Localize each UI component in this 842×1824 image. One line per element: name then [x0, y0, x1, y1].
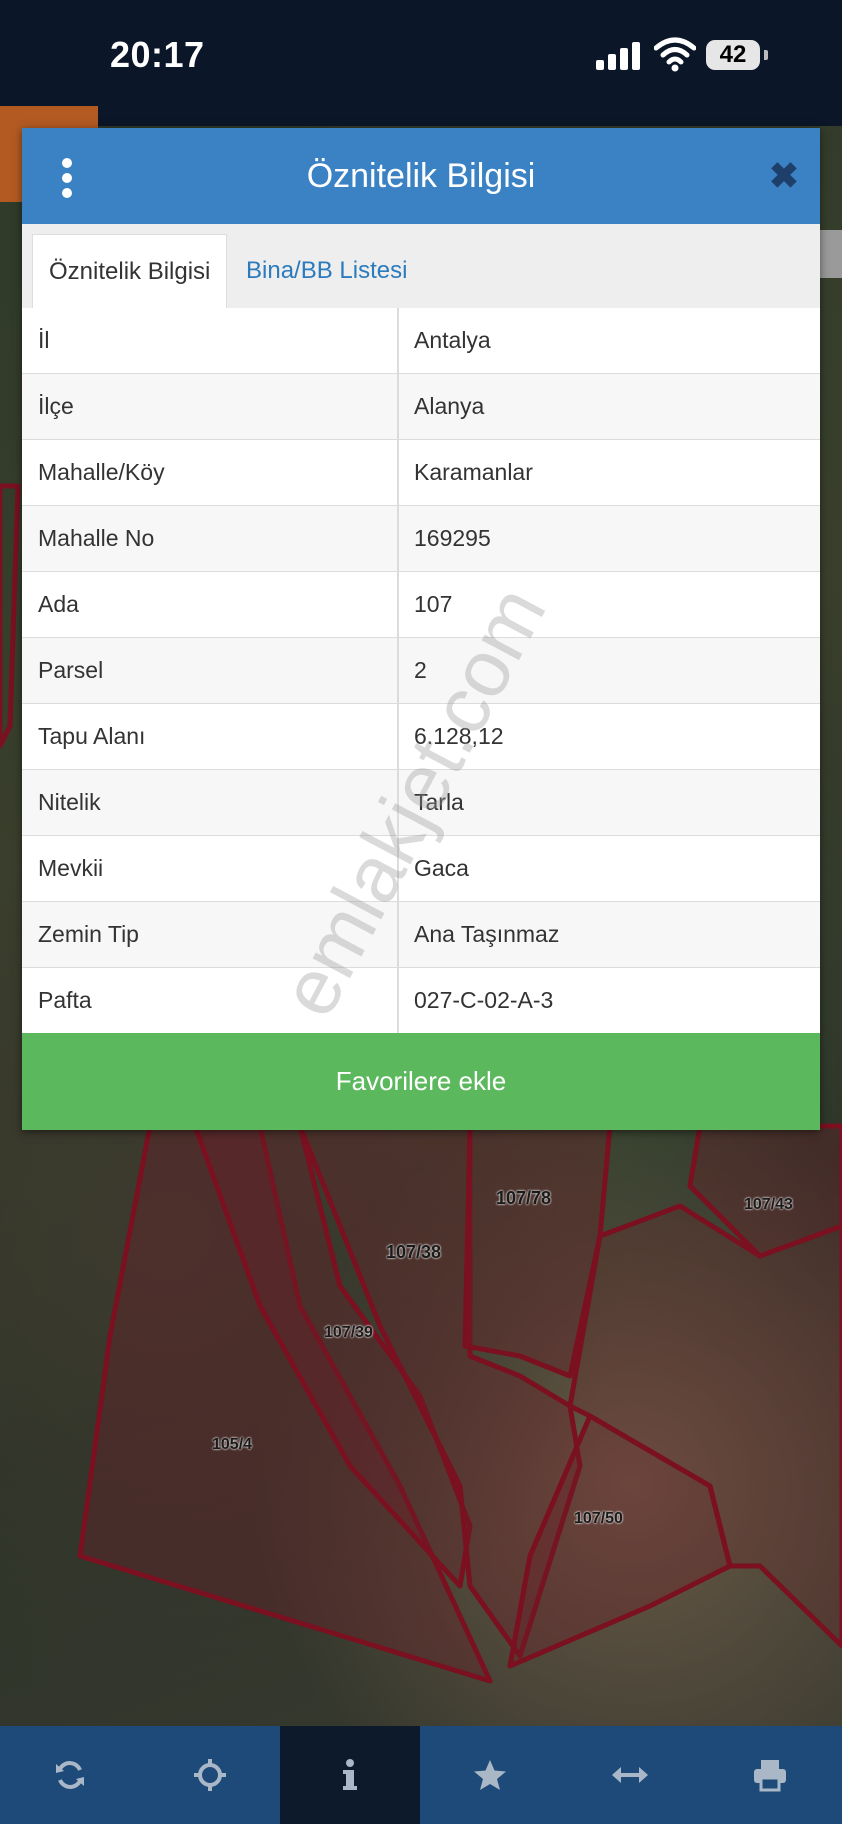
column-divider: [397, 968, 399, 1033]
close-icon[interactable]: ✖: [764, 156, 804, 196]
status-time: 20:17: [110, 34, 205, 75]
info-icon: [343, 1759, 357, 1790]
row-key: Parsel: [38, 657, 104, 683]
column-divider: [397, 704, 399, 769]
parcel-label: 105/4: [212, 1436, 253, 1453]
row-value: Ana Taşınmaz: [414, 921, 560, 947]
tab-attribute-info[interactable]: Öznitelik Bilgisi: [32, 234, 228, 309]
measure-icon: [612, 1767, 648, 1783]
row-value: Karamanlar: [414, 459, 533, 485]
row-key: Nitelik: [38, 789, 101, 815]
row-key: İlçe: [38, 393, 74, 419]
row-value: Antalya: [414, 327, 491, 353]
row-value: Tarla: [414, 789, 464, 815]
row-key: Zemin Tip: [38, 921, 139, 947]
bottom-toolbar: [0, 1726, 842, 1824]
parcel-label: 107/38: [386, 1242, 442, 1262]
table-row: İlçe Alanya: [22, 374, 820, 440]
refresh-icon: [56, 1761, 84, 1789]
wifi-icon: [654, 37, 696, 72]
row-key: Pafta: [38, 987, 92, 1013]
column-divider: [397, 902, 399, 967]
row-key: Mahalle/Köy: [38, 459, 165, 485]
info-button[interactable]: [280, 1726, 420, 1824]
parcel-label: 107/43: [744, 1196, 793, 1213]
column-divider: [397, 770, 399, 835]
row-value: 169295: [414, 525, 491, 551]
row-value: 027-C-02-A-3: [414, 987, 554, 1013]
more-menu-icon[interactable]: [60, 158, 74, 198]
locate-button[interactable]: [140, 1726, 280, 1824]
row-value: 2: [414, 657, 427, 683]
table-row: Mahalle/Köy Karamanlar: [22, 440, 820, 506]
table-row: İl Antalya: [22, 308, 820, 374]
table-row: Pafta 027-C-02-A-3: [22, 968, 820, 1034]
measure-button[interactable]: [560, 1726, 700, 1824]
column-divider: [397, 308, 399, 373]
row-key: Tapu Alanı: [38, 723, 146, 749]
status-bar: 20:17 42: [0, 0, 842, 106]
refresh-button[interactable]: [0, 1726, 140, 1824]
dialog-title: Öznitelik Bilgisi: [306, 157, 536, 195]
row-key: İl: [38, 327, 50, 353]
add-to-favorites-button[interactable]: Favorilere ekle: [22, 1033, 820, 1130]
battery-indicator: 42: [706, 40, 760, 70]
star-icon: [474, 1760, 506, 1790]
parcel-label: 107/39: [324, 1324, 373, 1341]
parcel-label: 107/78: [496, 1188, 552, 1208]
attribute-table: İl Antalya İlçe Alanya Mahalle/Köy Karam…: [22, 308, 820, 1034]
tab-bar: Öznitelik Bilgisi Bina/BB Listesi: [22, 224, 820, 309]
favorites-button[interactable]: [420, 1726, 560, 1824]
table-row: Tapu Alanı 6.128,12: [22, 704, 820, 770]
column-divider: [397, 506, 399, 571]
locate-icon: [194, 1759, 226, 1791]
column-divider: [397, 638, 399, 703]
row-value: 107: [414, 591, 453, 617]
row-key: Mevkii: [38, 855, 104, 881]
parcel-label: 107/50: [574, 1510, 623, 1527]
row-value: Alanya: [414, 393, 485, 419]
print-button[interactable]: [700, 1726, 840, 1824]
table-row: Parsel 2: [22, 638, 820, 704]
row-key: Mahalle No: [38, 525, 155, 551]
print-icon: [754, 1760, 786, 1792]
column-divider: [397, 440, 399, 505]
attribute-info-dialog: Öznitelik Bilgisi ✖ Öznitelik Bilgisi Bi…: [22, 128, 820, 1130]
table-row: Mahalle No 169295: [22, 506, 820, 572]
table-row: Nitelik Tarla: [22, 770, 820, 836]
table-row: Ada 107: [22, 572, 820, 638]
row-value: Gaca: [414, 855, 469, 881]
column-divider: [397, 836, 399, 901]
row-key: Ada: [38, 591, 79, 617]
dialog-header: Öznitelik Bilgisi ✖: [22, 128, 820, 224]
column-divider: [397, 572, 399, 637]
cellular-signal-icon: [596, 42, 642, 70]
row-value: 6.128,12: [414, 723, 504, 749]
table-row: Mevkii Gaca: [22, 836, 820, 902]
battery-tip: [764, 50, 768, 60]
parcel-left-edge: [0, 483, 21, 749]
tab-building-list[interactable]: Bina/BB Listesi: [230, 234, 423, 308]
table-row: Zemin Tip Ana Taşınmaz: [22, 902, 820, 968]
column-divider: [397, 374, 399, 439]
